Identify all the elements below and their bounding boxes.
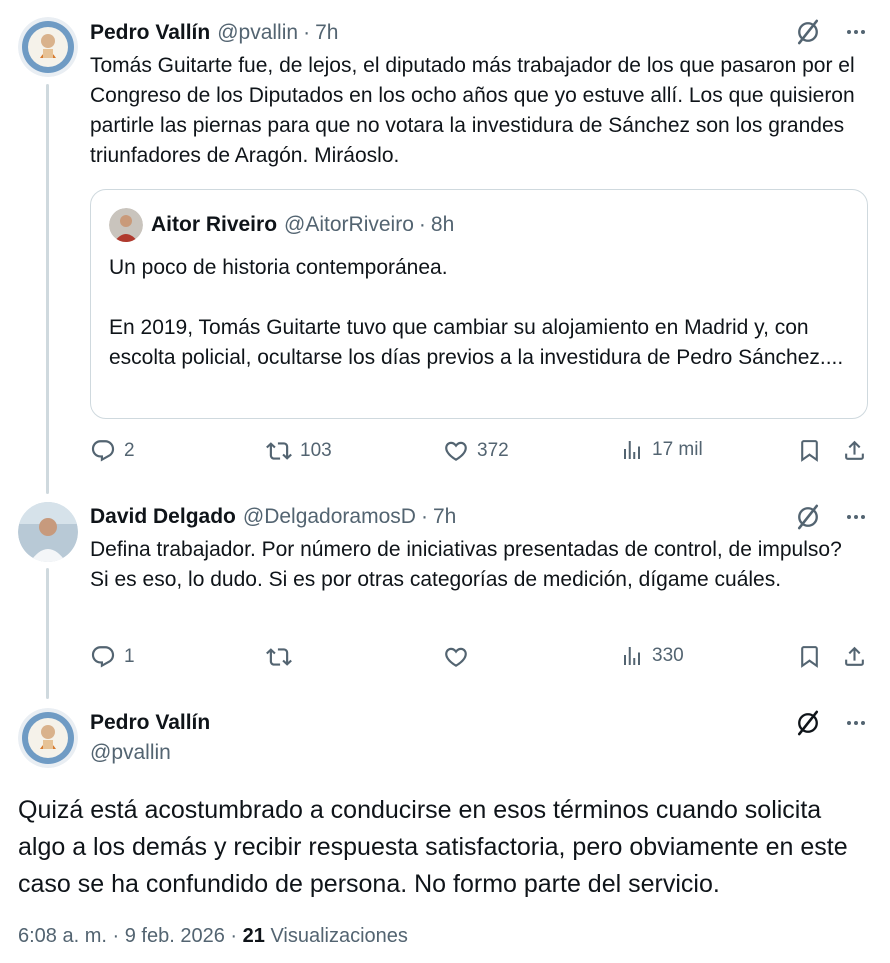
tweet-header: Pedro Vallín @pvallin · 7h xyxy=(90,20,870,46)
like-button[interactable]: 372 xyxy=(443,438,509,464)
views-count: 330 xyxy=(652,645,684,666)
post-time[interactable]: 6:08 a. m. xyxy=(18,925,107,947)
views-count: 17 mil xyxy=(652,439,703,460)
separator: · xyxy=(303,21,311,44)
views-label: Visualizaciones xyxy=(270,925,408,947)
header-actions xyxy=(794,503,868,531)
action-bar: 2 103 372 17 mil xyxy=(90,438,870,468)
views-icon xyxy=(620,644,644,668)
tweet-header: David Delgado @DelgadoramosD · 7h xyxy=(90,504,870,530)
separator: · xyxy=(420,505,428,528)
views-button[interactable]: 17 mil xyxy=(620,438,703,462)
separator: · xyxy=(112,925,120,947)
grok-icon[interactable] xyxy=(794,709,822,737)
grok-icon[interactable] xyxy=(794,503,822,531)
bookmark-button[interactable] xyxy=(797,438,822,463)
bookmark-icon xyxy=(797,644,822,669)
post-date[interactable]: 9 feb. 2026 xyxy=(125,925,225,947)
views-icon xyxy=(620,438,644,462)
author-handle[interactable]: @pvallin xyxy=(90,740,171,766)
grok-icon[interactable] xyxy=(794,18,822,46)
action-bar: 1 330 xyxy=(90,644,870,674)
main-tweet-handle-row: @pvallin xyxy=(90,740,870,766)
author-name[interactable]: David Delgado xyxy=(90,504,236,530)
avatar[interactable] xyxy=(18,502,78,562)
timestamp[interactable]: 7h xyxy=(433,504,456,530)
repost-button[interactable] xyxy=(266,644,292,670)
thread-line xyxy=(46,568,49,699)
reply-button[interactable]: 1 xyxy=(90,644,135,670)
views-button[interactable]: 330 xyxy=(620,644,684,668)
share-button[interactable] xyxy=(842,644,867,669)
heart-icon xyxy=(443,644,469,670)
reply-count: 2 xyxy=(124,440,135,461)
views-count: 21 xyxy=(242,925,265,947)
share-button[interactable] xyxy=(842,438,867,463)
author-name[interactable]: Pedro Vallín xyxy=(90,20,210,46)
repost-icon xyxy=(266,644,292,670)
header-actions xyxy=(794,18,868,46)
quoted-tweet[interactable]: Aitor Riveiro @AitorRiveiro · 8h Un poco… xyxy=(90,189,868,419)
main-tweet-header: Pedro Vallín xyxy=(90,710,870,736)
reply-icon xyxy=(90,438,116,464)
quoted-tweet-header: Aitor Riveiro @AitorRiveiro · 8h xyxy=(109,208,454,242)
like-count: 372 xyxy=(477,440,509,461)
tweet-meta: 6:08 a. m. · 9 feb. 2026 · 21 Visualizac… xyxy=(18,925,408,948)
reply-icon xyxy=(90,644,116,670)
bookmark-icon xyxy=(797,438,822,463)
author-handle[interactable]: @pvallin xyxy=(217,20,298,46)
repost-button[interactable]: 103 xyxy=(266,438,332,464)
share-icon xyxy=(842,644,867,669)
author-name[interactable]: Pedro Vallín xyxy=(90,710,210,736)
quoted-tweet-text: Un poco de historia contemporánea. En 20… xyxy=(109,256,844,369)
separator: · xyxy=(418,213,426,236)
author-handle[interactable]: @DelgadoramosD xyxy=(243,504,416,530)
quoted-author-name: Aitor Riveiro xyxy=(151,213,278,236)
bookmark-button[interactable] xyxy=(797,644,822,669)
quoted-timestamp: 8h xyxy=(430,213,455,236)
share-icon xyxy=(842,438,867,463)
tweet-text: Tomás Guitarte fue, de lejos, el diputad… xyxy=(90,54,855,167)
more-icon[interactable] xyxy=(844,711,868,735)
like-button[interactable] xyxy=(443,644,469,670)
more-icon[interactable] xyxy=(844,505,868,529)
main-tweet-text: Quizá está acostumbrado a conducirse en … xyxy=(18,796,848,898)
quoted-avatar xyxy=(109,208,143,242)
repost-count: 103 xyxy=(300,440,332,461)
repost-icon xyxy=(266,438,292,464)
header-actions xyxy=(794,709,868,737)
timestamp[interactable]: 7h xyxy=(315,20,338,46)
reply-tweet-1[interactable]: Pedro Vallín @pvallin · 7h Tomás Guitart… xyxy=(0,0,890,490)
more-icon[interactable] xyxy=(844,20,868,44)
separator: · xyxy=(230,925,238,947)
heart-icon xyxy=(443,438,469,464)
avatar[interactable] xyxy=(18,17,78,77)
tweet-text: Defina trabajador. Por número de iniciat… xyxy=(90,538,842,591)
reply-count: 1 xyxy=(124,646,135,667)
avatar[interactable] xyxy=(18,708,78,768)
reply-button[interactable]: 2 xyxy=(90,438,135,464)
quoted-author-handle: @AitorRiveiro xyxy=(284,213,414,236)
